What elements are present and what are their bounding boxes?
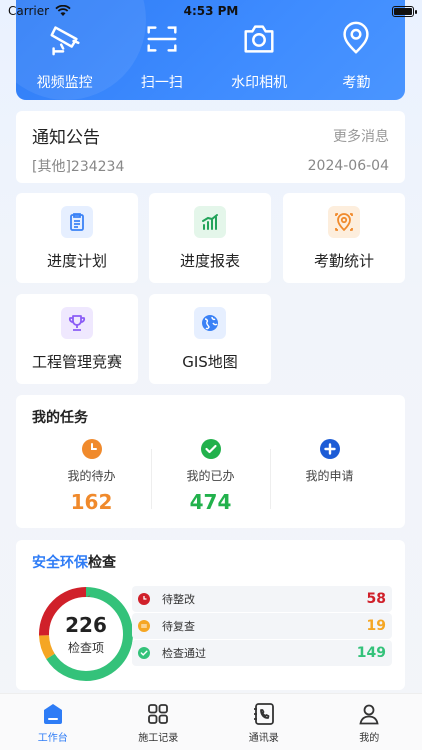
quick-action-attendance[interactable]: 考勤 bbox=[308, 20, 405, 92]
tile-engineering-contest[interactable]: 工程管理竞赛 bbox=[16, 294, 138, 384]
check-circle-icon bbox=[200, 439, 221, 459]
status-count: 58 bbox=[366, 591, 386, 607]
status-label: 待整改 bbox=[162, 593, 195, 606]
task-label: 我的已办 bbox=[186, 469, 235, 483]
quick-action-label: 水印相机 bbox=[231, 75, 288, 91]
quick-action-label: 考勤 bbox=[342, 75, 371, 91]
trophy-icon bbox=[61, 306, 93, 339]
quick-action-video-monitor[interactable]: 视频监控 bbox=[16, 20, 113, 92]
task-todo[interactable]: 我的待办 162 bbox=[32, 439, 151, 514]
safety-inspection-card[interactable]: 安全环保检查 226 检查项 待整改 58 待复查 19 检查通过 149 bbox=[16, 540, 405, 690]
task-count: 162 bbox=[70, 490, 113, 514]
section-title-highlight: 安全环保 bbox=[32, 555, 88, 571]
clock-icon bbox=[138, 593, 150, 605]
status-count: 19 bbox=[366, 618, 386, 634]
tab-label: 施工记录 bbox=[138, 733, 179, 744]
phone-book-icon bbox=[253, 703, 274, 725]
task-done[interactable]: 我的已办 474 bbox=[151, 439, 270, 514]
quick-action-label: 视频监控 bbox=[36, 75, 93, 91]
scan-icon bbox=[147, 26, 177, 52]
battery-icon bbox=[392, 5, 417, 17]
tab-construction-records[interactable]: 施工记录 bbox=[106, 694, 212, 750]
photo-camera-icon bbox=[244, 25, 274, 53]
section-title: 安全环保检查 bbox=[32, 552, 389, 572]
status-passed[interactable]: 检查通过 149 bbox=[132, 640, 392, 666]
quick-action-watermark-camera[interactable]: 水印相机 bbox=[211, 20, 308, 92]
task-application[interactable]: 我的申请 bbox=[270, 439, 389, 514]
donut-total-label: 检查项 bbox=[67, 640, 104, 655]
task-label: 我的申请 bbox=[305, 469, 354, 483]
status-label: 待复查 bbox=[162, 620, 195, 633]
task-count: 474 bbox=[189, 490, 232, 514]
bottom-tab-bar: 工作台 施工记录 通讯录 我的 bbox=[0, 693, 422, 750]
notice-card[interactable]: 通知公告 更多消息 [其他]234234 2024-06-04 bbox=[16, 111, 405, 183]
notice-title: 通知公告 bbox=[32, 128, 100, 148]
tab-workbench[interactable]: 工作台 bbox=[0, 694, 106, 750]
tab-contacts[interactable]: 通讯录 bbox=[211, 694, 317, 750]
tile-attendance-stats[interactable]: 考勤统计 bbox=[283, 193, 405, 283]
section-title-rest: 检查 bbox=[88, 555, 116, 571]
status-label: 检查通过 bbox=[162, 647, 206, 660]
tile-progress-report[interactable]: 进度报表 bbox=[149, 193, 271, 283]
minus-circle-icon bbox=[138, 620, 150, 632]
tile-label: 进度报表 bbox=[179, 251, 240, 270]
task-label: 我的待办 bbox=[67, 469, 116, 483]
inspection-donut-chart: 226 检查项 bbox=[36, 584, 136, 684]
status-pending-fix[interactable]: 待整改 58 bbox=[132, 586, 392, 612]
quick-action-scan[interactable]: 扫一扫 bbox=[113, 20, 210, 92]
tab-label: 工作台 bbox=[37, 733, 68, 744]
tab-label: 通讯录 bbox=[248, 733, 279, 744]
status-bar: Carrier 4:53 PM bbox=[0, 0, 422, 22]
user-icon bbox=[359, 704, 379, 725]
inspection-status-list: 待整改 58 待复查 19 检查通过 149 bbox=[132, 586, 392, 667]
camera-cctv-icon bbox=[50, 26, 80, 56]
status-pending-recheck[interactable]: 待复查 19 bbox=[132, 613, 392, 639]
clock-icon bbox=[81, 439, 102, 459]
section-title: 我的任务 bbox=[32, 410, 88, 426]
grid-icon bbox=[148, 704, 169, 724]
tab-mine[interactable]: 我的 bbox=[317, 694, 422, 750]
check-circle-icon bbox=[138, 647, 150, 659]
more-messages-link[interactable]: 更多消息 bbox=[333, 126, 389, 146]
status-count: 149 bbox=[356, 645, 386, 661]
tile-label: 考勤统计 bbox=[313, 251, 374, 270]
tile-label: GIS地图 bbox=[182, 352, 238, 371]
my-tasks-card: 我的任务 我的待办 162 我的已办 474 我的申请 bbox=[16, 395, 405, 528]
home-icon bbox=[43, 704, 62, 724]
location-pin-icon bbox=[343, 21, 370, 54]
quick-action-label: 扫一扫 bbox=[140, 75, 183, 91]
notice-date: 2024-06-04 bbox=[307, 158, 389, 174]
plus-circle-icon bbox=[319, 439, 340, 459]
status-time: 4:53 PM bbox=[183, 4, 239, 18]
notice-latest[interactable]: [其他]234234 bbox=[32, 156, 124, 176]
location-check-icon bbox=[328, 205, 360, 238]
tile-label: 工程管理竞赛 bbox=[31, 352, 122, 371]
donut-total: 226 bbox=[65, 612, 107, 637]
clipboard-icon bbox=[61, 205, 93, 238]
tile-label: 进度计划 bbox=[46, 251, 107, 270]
globe-icon bbox=[194, 306, 226, 339]
tile-progress-plan[interactable]: 进度计划 bbox=[16, 193, 138, 283]
tile-gis-map[interactable]: GIS地图 bbox=[149, 294, 271, 384]
bar-chart-icon bbox=[194, 205, 226, 238]
tab-label: 我的 bbox=[359, 733, 380, 744]
